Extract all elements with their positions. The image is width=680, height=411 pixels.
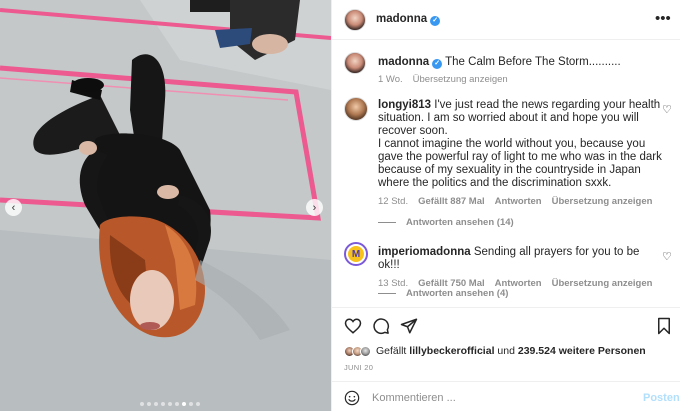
view-replies-button[interactable]: Antworten ansehen (4) xyxy=(378,288,508,299)
comment-likes[interactable]: Gefällt 887 Mal xyxy=(418,195,485,208)
verified-badge-icon: ✓ xyxy=(430,16,441,26)
view-replies-label[interactable]: Antworten ansehen (14) xyxy=(406,217,514,228)
comment-meta: 12 Std. Gefällt 887 Mal Antworten Überse… xyxy=(378,195,663,208)
comment-username[interactable]: imperiomadonna xyxy=(378,246,471,258)
likes-count-link[interactable]: 239.524 weitere Personen xyxy=(518,345,646,357)
avatar-letter: M xyxy=(348,246,364,262)
carousel-dot xyxy=(154,402,158,406)
comment-text: I've just read the news regarding your h… xyxy=(378,99,662,189)
view-replies-label[interactable]: Antworten ansehen (4) xyxy=(406,288,508,299)
view-replies-button[interactable]: Antworten ansehen (14) xyxy=(378,217,514,228)
post-date: JUNI 20 xyxy=(344,363,374,372)
caption-meta: 1 Wo. Übersetzung anzeigen xyxy=(378,73,663,86)
caption-translate-link[interactable]: Übersetzung anzeigen xyxy=(413,73,508,86)
caption-avatar[interactable] xyxy=(344,52,366,74)
comment-like-heart-icon[interactable]: ♡ xyxy=(662,250,672,263)
caption-username[interactable]: madonna ✓ xyxy=(378,56,443,69)
carousel-indicator xyxy=(140,402,200,406)
comment-reply-button[interactable]: Antworten xyxy=(495,195,542,208)
post-photo[interactable]: ‹ › xyxy=(0,0,331,411)
likes-summary[interactable]: Gefällt lillybeckerofficial und 239.524 … xyxy=(344,345,646,357)
carousel-dot xyxy=(196,402,200,406)
previous-image-button[interactable]: ‹ xyxy=(5,199,22,216)
verified-badge-icon: ✓ xyxy=(432,59,443,69)
carousel-dot xyxy=(175,402,179,406)
comment-composer: Posten xyxy=(332,381,680,411)
instagram-post-modal: ‹ › madonna ✓ ••• madonna ✓ The Calm Bef… xyxy=(0,0,680,411)
caption-text: The Calm Before The Storm.......... xyxy=(445,56,621,68)
carousel-dot xyxy=(189,402,193,406)
carousel-dot xyxy=(140,402,144,406)
post-comment-button[interactable]: Posten xyxy=(643,392,680,404)
comment-body: imperiomadonna Sending all prayers for y… xyxy=(378,246,663,290)
comment-time: 12 Std. xyxy=(378,196,409,207)
likes-text: Gefällt lillybeckerofficial und 239.524 … xyxy=(376,345,646,357)
like-heart-icon[interactable] xyxy=(344,317,362,335)
commenter-avatar[interactable]: M xyxy=(344,242,368,266)
comment-icon[interactable] xyxy=(372,317,390,335)
comment-body: longyi813 I've just read the news regard… xyxy=(378,99,663,208)
comment-translate-link[interactable]: Übersetzung anzeigen xyxy=(552,195,653,208)
carousel-dot-active xyxy=(182,402,186,406)
post-header: madonna ✓ ••• xyxy=(332,0,680,40)
comments-list[interactable]: madonna ✓ The Calm Before The Storm......… xyxy=(332,41,680,307)
bookmark-icon[interactable] xyxy=(655,317,673,335)
carousel-dot xyxy=(147,402,151,406)
more-icon[interactable]: ••• xyxy=(655,10,671,27)
post-side-panel: madonna ✓ ••• madonna ✓ The Calm Before Th… xyxy=(331,0,680,411)
commenter-avatar[interactable] xyxy=(344,97,368,121)
chevron-left-icon: ‹ xyxy=(11,201,16,214)
author-username-text[interactable]: madonna xyxy=(376,13,427,25)
likes-prefix: Gefällt xyxy=(376,345,407,357)
caption-time: 1 Wo. xyxy=(378,74,403,85)
next-image-button[interactable]: › xyxy=(306,199,323,216)
post-actions: Gefällt lillybeckerofficial und 239.524 … xyxy=(332,307,680,411)
comment-translate-link[interactable]: Übersetzung anzeigen xyxy=(552,277,653,290)
likes-user-link[interactable]: lillybeckerofficial xyxy=(409,345,494,357)
carousel-dot xyxy=(161,402,165,406)
emoji-icon[interactable] xyxy=(344,390,360,406)
caption-body: madonna ✓ The Calm Before The Storm......… xyxy=(378,56,663,86)
replies-divider xyxy=(378,293,396,294)
likes-connector: und xyxy=(497,345,515,357)
author-avatar[interactable] xyxy=(344,9,366,31)
comment-input[interactable] xyxy=(372,388,622,408)
photo-scene xyxy=(0,0,331,411)
share-icon[interactable] xyxy=(400,317,418,335)
chevron-right-icon: › xyxy=(312,201,317,214)
comment-like-heart-icon[interactable]: ♡ xyxy=(662,103,672,116)
liker-avatar xyxy=(360,345,371,357)
caption-username-text[interactable]: madonna xyxy=(378,56,429,68)
replies-divider xyxy=(378,222,396,223)
author-username[interactable]: madonna ✓ xyxy=(376,13,441,26)
carousel-dot xyxy=(168,402,172,406)
comment-username[interactable]: longyi813 xyxy=(378,99,431,111)
